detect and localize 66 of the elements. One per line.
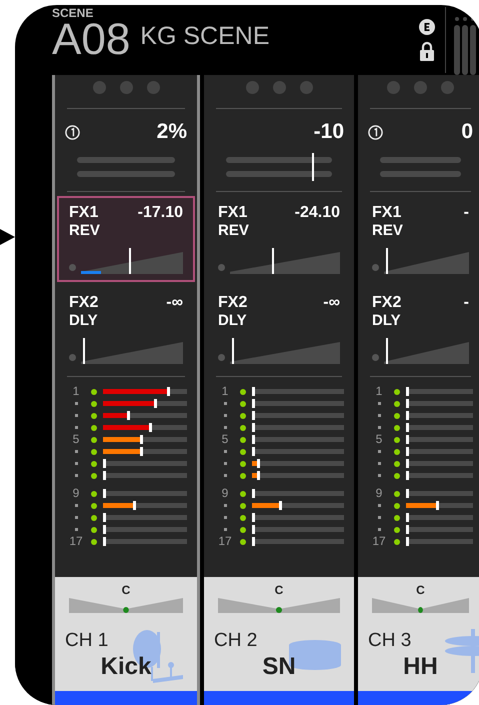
scene-name: KG SCENE <box>140 21 270 52</box>
fx-bus-label: FX2 <box>218 294 248 312</box>
lock-icon <box>419 41 435 61</box>
fx-bus-label: FX1 <box>218 204 248 222</box>
scene-label: SCENE <box>52 7 94 19</box>
faders-icon[interactable] <box>453 17 477 75</box>
bus-number: 5 <box>222 435 228 444</box>
bus-number: 1 <box>376 387 382 396</box>
send-level-value: - <box>464 204 469 222</box>
parameter-value: -10 <box>314 119 344 146</box>
send-level-value: -∞ <box>166 294 183 312</box>
send-level-slider[interactable] <box>230 338 340 364</box>
send-level-value: -24.10 <box>294 204 340 222</box>
fx-bus-label: FX2 <box>372 294 402 312</box>
bus-number: 5 <box>376 435 382 444</box>
bus-number: 1 <box>72 387 80 396</box>
signal-fill <box>81 271 101 274</box>
channel-name-area[interactable]: C CH 1 Kick <box>55 577 197 705</box>
fx-type-label: DLY <box>69 312 98 330</box>
fx-type-label: REV <box>69 222 100 240</box>
channel-name: HH <box>403 653 438 681</box>
channel-number: CH 1 <box>65 629 108 653</box>
bus-number: 17 <box>372 537 386 546</box>
fx-send-panel[interactable]: FX2 DLY - <box>360 286 479 372</box>
fx-send-panel[interactable]: FX1 REV -24.10 <box>206 196 352 282</box>
bus-number: 9 <box>376 489 382 498</box>
fx-bus-label: FX1 <box>372 204 402 222</box>
send-level-value: -∞ <box>323 294 340 312</box>
channel-name-area[interactable]: C CH 3 HH <box>358 577 479 705</box>
fx-type-label: DLY <box>218 312 248 330</box>
parameter-slider[interactable] <box>380 157 461 177</box>
fx-send-panel[interactable]: FX1 REV -17.10 <box>57 196 195 282</box>
channel-name: SN <box>262 653 296 681</box>
fx-send-panel[interactable]: FX2 DLY -∞ <box>206 286 352 372</box>
send-level-slider[interactable] <box>230 248 340 274</box>
bus-number: 17 <box>69 537 83 546</box>
pan-label: C <box>416 582 425 599</box>
channel-name: Kick <box>100 653 152 681</box>
send-level-slider[interactable] <box>384 248 469 274</box>
pan-label: C <box>122 582 130 599</box>
fx-type-label: REV <box>372 222 403 240</box>
bus-number: 17 <box>218 537 232 546</box>
parameter-value: 2% <box>156 119 187 146</box>
fx-type-label: REV <box>218 222 249 240</box>
channel-name-area[interactable]: C CH 2 SN <box>204 577 354 705</box>
send-level-slider[interactable] <box>384 338 469 364</box>
channel-number: CH 3 <box>368 629 412 653</box>
fx-bus-label: FX1 <box>69 204 100 222</box>
channel-number: CH 2 <box>214 629 258 653</box>
send-level-value: - <box>464 294 469 312</box>
bus-number: 1 <box>222 387 228 396</box>
scene-number: A08 <box>52 19 130 61</box>
send-level-slider[interactable] <box>81 338 183 364</box>
bus-number: 5 <box>72 435 80 444</box>
send-level-slider[interactable] <box>81 248 183 274</box>
pan-label: C <box>274 582 284 599</box>
bus-number: 9 <box>222 489 228 498</box>
fx-type-label: DLY <box>372 312 402 330</box>
parameter-value: 0 <box>461 119 473 146</box>
fx-send-panel[interactable]: FX1 REV - <box>360 196 479 282</box>
bus-number: 9 <box>72 489 80 498</box>
circled-e-icon <box>419 19 435 35</box>
fx-send-panel[interactable]: FX2 DLY -∞ <box>57 286 195 372</box>
parameter-slider[interactable] <box>77 157 175 177</box>
fx-bus-label: FX2 <box>69 294 98 312</box>
send-level-value: -17.10 <box>138 204 183 222</box>
